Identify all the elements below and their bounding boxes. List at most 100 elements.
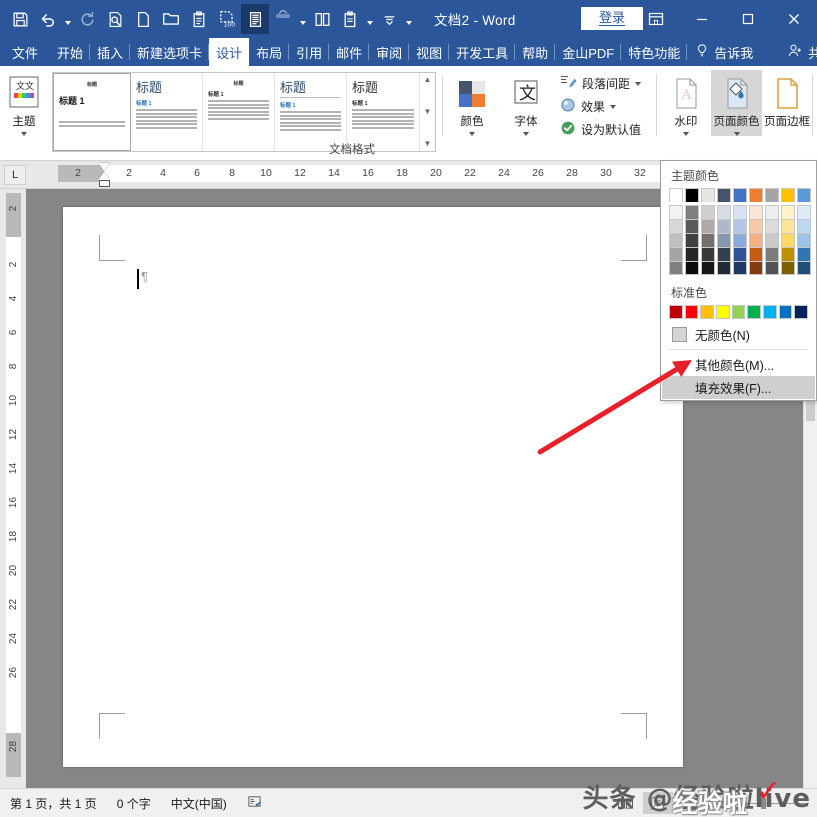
- gallery-item[interactable]: 标题 标题 1: [275, 73, 347, 151]
- theme-color-swatch[interactable]: [749, 233, 763, 247]
- set-as-default-button[interactable]: 设为默认值: [557, 119, 644, 140]
- theme-color-swatch[interactable]: [765, 188, 779, 202]
- theme-color-swatch[interactable]: [685, 188, 699, 202]
- theme-color-swatch[interactable]: [733, 233, 747, 247]
- standard-color-swatch[interactable]: [716, 305, 730, 319]
- tab-review[interactable]: 审阅: [369, 38, 410, 66]
- save-icon[interactable]: [6, 4, 34, 34]
- themes-button[interactable]: 文 文 主题: [0, 70, 48, 136]
- theme-color-swatch[interactable]: [765, 233, 779, 247]
- customize-qat-icon[interactable]: [375, 4, 403, 34]
- theme-color-swatch[interactable]: [765, 219, 779, 233]
- page-color-caret-icon[interactable]: [733, 132, 740, 136]
- theme-color-swatch[interactable]: [749, 205, 763, 219]
- gallery-scroll-buttons[interactable]: ▲ ▼ ▼: [419, 73, 435, 151]
- header-footer-icon[interactable]: [269, 4, 297, 34]
- theme-color-swatch[interactable]: [717, 188, 731, 202]
- paragraph-spacing-caret-icon[interactable]: [635, 81, 642, 86]
- theme-color-swatch[interactable]: [765, 205, 779, 219]
- share-button[interactable]: 共享: [779, 38, 817, 66]
- qat-more-caret-icon[interactable]: [403, 4, 414, 34]
- gallery-scroll-down-icon[interactable]: ▼: [424, 107, 432, 117]
- theme-color-swatch[interactable]: [701, 188, 715, 202]
- first-line-indent-marker[interactable]: [98, 163, 110, 171]
- zoom-slider-track[interactable]: [731, 797, 809, 809]
- gallery-item[interactable]: 标题 标题 1: [347, 73, 419, 151]
- spell-check-icon[interactable]: [237, 794, 272, 812]
- theme-color-swatch[interactable]: [701, 247, 715, 261]
- theme-color-swatch[interactable]: [733, 219, 747, 233]
- theme-color-swatch[interactable]: [749, 188, 763, 202]
- tab-stop-selector-button[interactable]: L: [4, 165, 26, 185]
- theme-color-column[interactable]: [765, 188, 779, 275]
- theme-color-swatch[interactable]: [669, 261, 683, 275]
- page-indicator[interactable]: 第 1 页，共 1 页: [0, 795, 107, 812]
- header-footer-dropdown-caret-icon[interactable]: [297, 4, 308, 34]
- gallery-item[interactable]: 标题 标题 1: [53, 73, 131, 151]
- theme-color-swatch[interactable]: [669, 233, 683, 247]
- theme-color-swatch[interactable]: [701, 261, 715, 275]
- watermark-button[interactable]: A 水印: [661, 70, 711, 136]
- left-indent-marker[interactable]: [98, 180, 110, 187]
- theme-color-swatch[interactable]: [669, 205, 683, 219]
- theme-color-swatch[interactable]: [685, 261, 699, 275]
- language-indicator[interactable]: 中文(中国): [161, 795, 237, 812]
- gallery-item[interactable]: 标题 标题 1: [131, 73, 203, 151]
- theme-color-swatch[interactable]: [717, 261, 731, 275]
- theme-color-swatch[interactable]: [781, 233, 795, 247]
- hanging-indent-marker[interactable]: [98, 172, 110, 180]
- theme-color-swatch[interactable]: [701, 219, 715, 233]
- theme-color-swatch[interactable]: [717, 219, 731, 233]
- theme-color-swatch[interactable]: [717, 247, 731, 261]
- clipboard-dropdown-caret-icon[interactable]: [364, 4, 375, 34]
- gallery-scroll-up-icon[interactable]: ▲: [424, 75, 432, 85]
- theme-color-column[interactable]: [733, 188, 747, 275]
- tab-references[interactable]: 引用: [289, 38, 330, 66]
- effects-button[interactable]: 效果: [557, 96, 644, 117]
- theme-color-swatch[interactable]: [797, 261, 811, 275]
- standard-colors-grid[interactable]: [661, 305, 816, 319]
- new-document-icon[interactable]: [129, 4, 157, 34]
- theme-fonts-caret-icon[interactable]: [523, 132, 529, 136]
- tab-mailings[interactable]: 邮件: [329, 38, 370, 66]
- open-folder-icon[interactable]: [157, 4, 185, 34]
- theme-colors-caret-icon[interactable]: [469, 132, 475, 136]
- page-borders-button[interactable]: 页面边框: [762, 70, 812, 129]
- standard-color-swatch[interactable]: [700, 305, 715, 319]
- zoom-slider[interactable]: －: [715, 795, 809, 812]
- standard-color-swatch[interactable]: [747, 305, 762, 319]
- paste-icon[interactable]: [185, 4, 213, 34]
- menu-item-no-color[interactable]: 无颜色(N): [662, 323, 815, 346]
- theme-colors-button[interactable]: 颜色: [445, 70, 499, 136]
- undo-dropdown-caret-icon[interactable]: [62, 4, 73, 34]
- theme-color-swatch[interactable]: [669, 219, 683, 233]
- theme-color-swatch[interactable]: [733, 188, 747, 202]
- undo-icon[interactable]: [34, 4, 62, 34]
- theme-color-swatch[interactable]: [797, 188, 811, 202]
- theme-color-swatch[interactable]: [781, 188, 795, 202]
- effects-caret-icon[interactable]: [610, 104, 617, 109]
- theme-color-swatch[interactable]: [765, 261, 779, 275]
- page-color-button[interactable]: 页面颜色: [710, 70, 763, 136]
- theme-color-swatch[interactable]: [781, 205, 795, 219]
- word-count-indicator[interactable]: 0 个字: [107, 795, 161, 812]
- theme-fonts-button[interactable]: 文 字体: [499, 70, 553, 136]
- ribbon-display-options-icon[interactable]: [633, 0, 679, 38]
- tab-file[interactable]: 文件: [0, 38, 50, 66]
- paragraph-spacing-button[interactable]: 段落间距: [557, 73, 644, 94]
- theme-color-swatch[interactable]: [797, 247, 811, 261]
- menu-item-fill-effects[interactable]: 填充效果(F)...: [662, 376, 815, 399]
- tab-help[interactable]: 帮助: [515, 38, 556, 66]
- theme-color-swatch[interactable]: [797, 233, 811, 247]
- tab-design[interactable]: 设计: [209, 38, 250, 66]
- tab-view[interactable]: 视图: [409, 38, 450, 66]
- theme-color-swatch[interactable]: [781, 261, 795, 275]
- zoom-slider-knob[interactable]: [761, 797, 766, 809]
- theme-color-swatch[interactable]: [781, 219, 795, 233]
- tab-featured[interactable]: 特色功能: [621, 38, 688, 66]
- read-mode-icon[interactable]: [611, 792, 641, 814]
- theme-color-column[interactable]: [685, 188, 699, 275]
- themes-dropdown-caret-icon[interactable]: [21, 132, 27, 136]
- watermark-caret-icon[interactable]: [682, 132, 689, 136]
- vertical-ruler[interactable]: 2 2 4 6 8 10 12 14 16 18 20 22 24 26 28: [0, 189, 26, 788]
